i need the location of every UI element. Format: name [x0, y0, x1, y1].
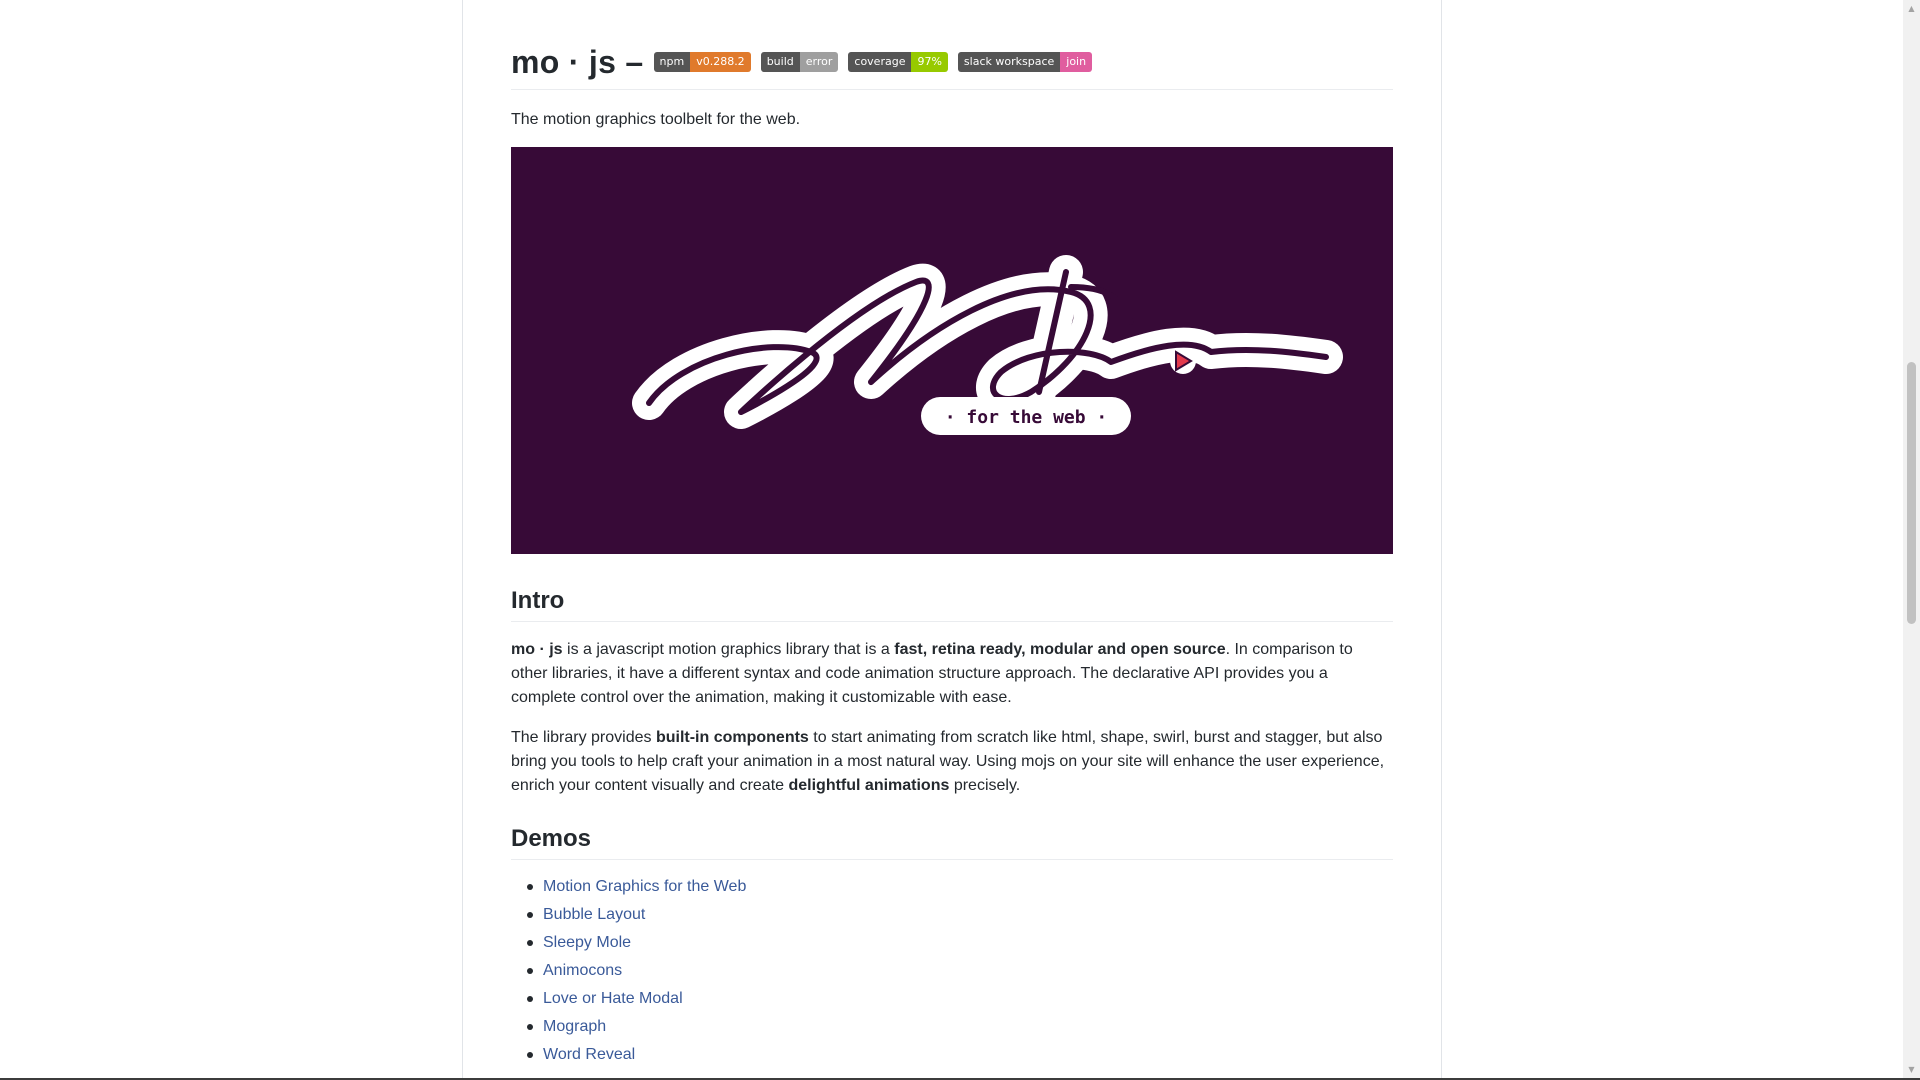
list-item: Animocons: [526, 957, 746, 985]
title-divider: [511, 89, 1393, 90]
coverage-badge[interactable]: coverage 97%: [848, 52, 948, 72]
demo-link-word-reveal[interactable]: Word Reveal: [543, 1046, 635, 1063]
intro-paragraph-1: mo · js is a javascript motion graphics …: [511, 641, 1353, 706]
page: mo · js – npm v0.288.2 build error cover…: [0, 0, 1920, 1080]
intro-divider: [511, 621, 1393, 622]
intro-paragraph-2: The library provides built-in components…: [511, 729, 1385, 794]
demo-link-love-or-hate-modal[interactable]: Love or Hate Modal: [543, 990, 683, 1007]
scroll-up-arrow-icon[interactable]: ▲: [1907, 4, 1916, 13]
demos-divider: [511, 859, 1393, 860]
scroll-thumb[interactable]: [1907, 362, 1916, 624]
list-item: Word Reveal: [526, 1041, 746, 1069]
hero-subtitle: · for the web ·: [945, 407, 1108, 428]
demos-list: Motion Graphics for the Web Bubble Layou…: [511, 873, 746, 1069]
build-badge[interactable]: build error: [760, 52, 839, 72]
demo-link-motion-graphics[interactable]: Motion Graphics for the Web: [543, 878, 746, 895]
slack-badge[interactable]: slack workspace join: [957, 52, 1093, 72]
hero-banner: · for the web ·: [511, 147, 1393, 554]
title-text: mo · js –: [511, 44, 644, 80]
npm-badge[interactable]: npm v0.288.2: [653, 52, 751, 72]
demos-heading: Demos: [511, 825, 592, 852]
demo-link-mograph[interactable]: Mograph: [543, 1018, 606, 1035]
vertical-scrollbar[interactable]: ▲ ▼: [1903, 0, 1920, 1080]
tagline: The motion graphics toolbelt for the web…: [511, 111, 801, 128]
motion-logo: · for the web ·: [632, 255, 1343, 435]
list-item: Bubble Layout: [526, 901, 746, 929]
list-item: Sleepy Mole: [526, 929, 746, 957]
page-title: mo · js – npm v0.288.2 build error cover…: [511, 40, 1102, 84]
list-item: Mograph: [526, 1013, 746, 1041]
intro-heading: Intro: [511, 587, 565, 614]
scroll-down-arrow-icon[interactable]: ▼: [1907, 1065, 1916, 1074]
list-item: Love or Hate Modal: [526, 985, 746, 1013]
demo-link-sleepy-mole[interactable]: Sleepy Mole: [543, 934, 631, 951]
list-item: Motion Graphics for the Web: [526, 873, 746, 901]
demo-link-animocons[interactable]: Animocons: [543, 962, 622, 979]
demo-link-bubble-layout[interactable]: Bubble Layout: [543, 906, 645, 923]
readme-container: mo · js – npm v0.288.2 build error cover…: [462, 0, 1442, 1080]
